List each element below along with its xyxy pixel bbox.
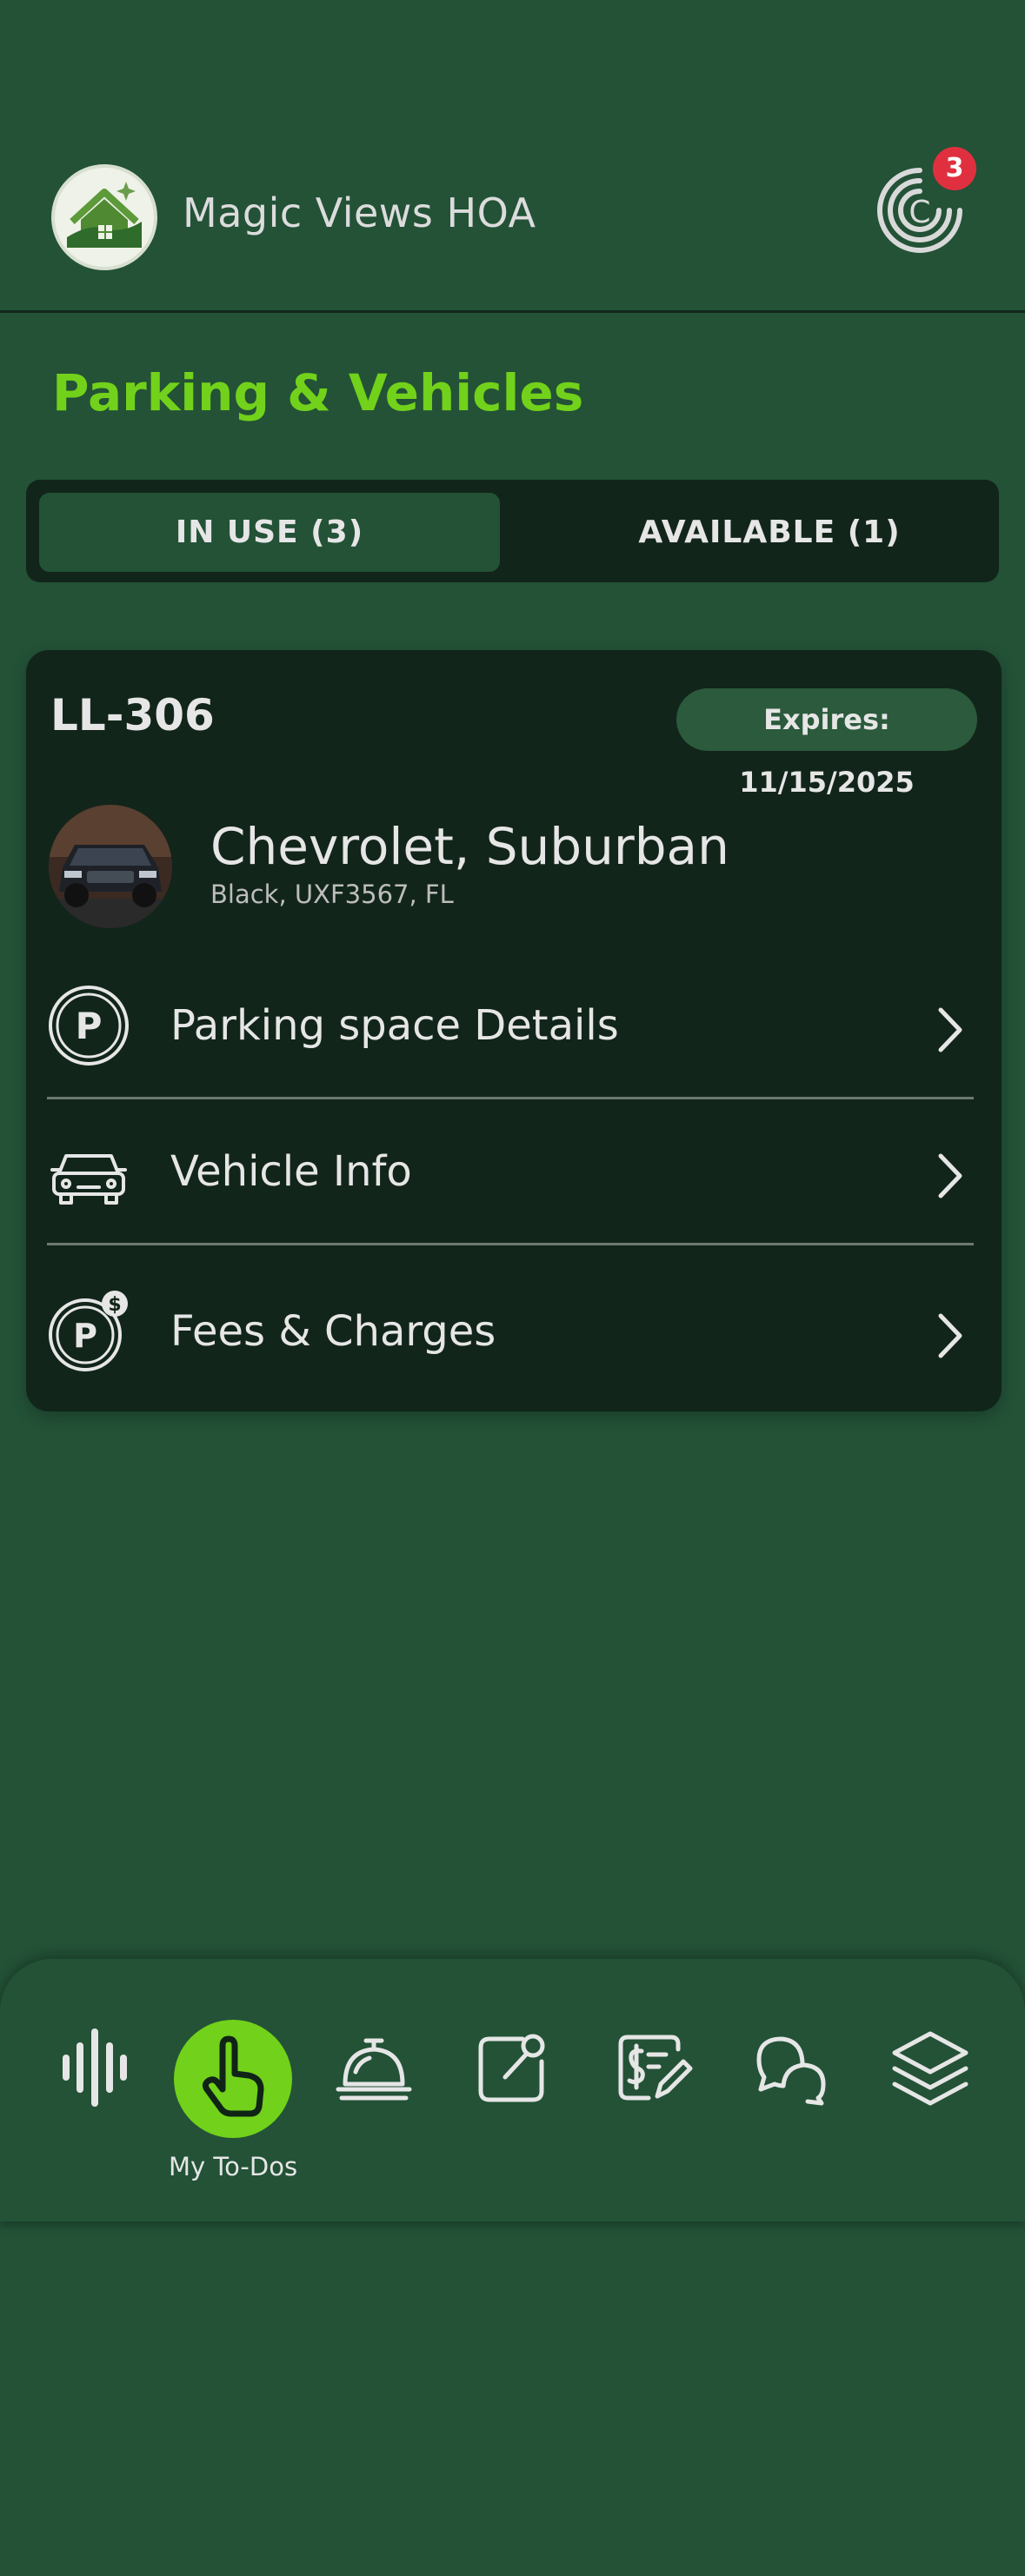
vehicle-name: Chevrolet, Suburban	[210, 817, 729, 876]
fees-charges-label: Fees & Charges	[170, 1307, 496, 1356]
vehicle-info-label: Vehicle Info	[170, 1147, 412, 1196]
hoa-logo[interactable]	[51, 164, 157, 270]
tab-bar: IN USE (3) AVAILABLE (1)	[26, 480, 999, 582]
app-title: Magic Views HOA	[183, 189, 536, 236]
suv-photo-icon	[49, 805, 172, 928]
nav-my-todos-button[interactable]	[174, 2020, 292, 2138]
svg-text:P: P	[73, 1317, 97, 1355]
nav-services-button[interactable]	[326, 2020, 422, 2115]
parking-card: LL-306 Expires: 11/15/2025 Chevrolet, Su…	[26, 650, 1002, 1411]
vehicle-info-row[interactable]: Vehicle Info	[47, 1111, 975, 1215]
svg-text:C: C	[909, 195, 930, 230]
parking-space-id: LL-306	[50, 690, 215, 740]
layers-icon	[892, 2031, 968, 2106]
edit-square-icon	[478, 2034, 545, 2102]
chevron-right-icon	[938, 1313, 962, 1358]
pointing-hand-icon	[202, 2035, 264, 2117]
nav-voice-button[interactable]	[47, 2020, 143, 2115]
notification-badge[interactable]: 3	[933, 147, 976, 190]
chevron-right-icon	[938, 1007, 962, 1052]
fees-charges-row[interactable]: P $ Fees & Charges	[47, 1271, 975, 1375]
vehicle-photo	[49, 805, 172, 928]
app-screen: Magic Views HOA C 3 Parking & Vehicles I…	[0, 0, 1025, 2576]
row-divider	[47, 1097, 974, 1099]
app-header: Magic Views HOA C 3	[0, 130, 1025, 313]
chevron-right-icon	[938, 1153, 962, 1198]
tab-in-use[interactable]: IN USE (3)	[39, 493, 500, 572]
parking-fee-icon: P $	[49, 1291, 128, 1371]
parking-space-details-row[interactable]: P Parking space Details	[47, 965, 975, 1069]
house-logo-icon	[67, 182, 142, 248]
my-todos-label: My To-Dos	[168, 2152, 298, 2181]
payment-edit-icon	[618, 2035, 693, 2101]
expires-badge: Expires: 11/15/2025	[676, 688, 977, 799]
page-title: Parking & Vehicles	[52, 363, 584, 422]
tab-available[interactable]: AVAILABLE (1)	[539, 493, 1000, 572]
parking-space-details-label: Parking space Details	[170, 1001, 619, 1050]
voice-wave-icon	[63, 2028, 127, 2107]
car-icon	[50, 1154, 127, 1205]
svg-text:P: P	[76, 1005, 103, 1047]
svg-text:$: $	[108, 1294, 121, 1316]
nav-messages-button[interactable]	[743, 2020, 839, 2115]
nav-more-button[interactable]	[882, 2020, 978, 2115]
service-bell-icon	[336, 2038, 412, 2101]
parking-icon: P	[49, 986, 129, 1066]
bottom-nav: My To-Dos	[0, 1959, 1025, 2221]
chat-bubbles-icon	[756, 2036, 826, 2106]
row-divider	[47, 1243, 974, 1245]
vehicle-details: Black, UXF3567, FL	[210, 880, 454, 909]
nav-requests-button[interactable]	[465, 2020, 561, 2115]
nav-payments-button[interactable]	[603, 2020, 699, 2115]
